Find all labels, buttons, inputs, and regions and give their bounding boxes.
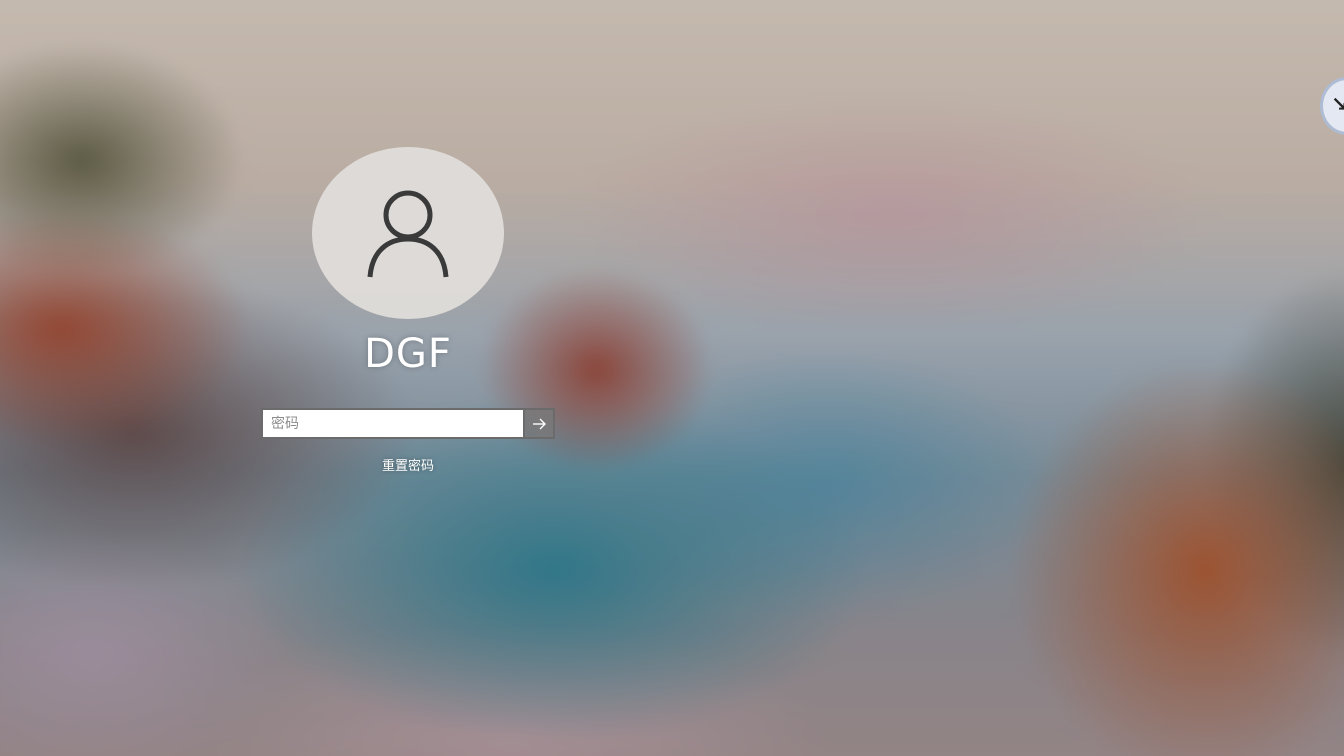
reset-password-link[interactable]: 重置密码: [261, 455, 555, 474]
arrow-right-icon: [533, 418, 546, 429]
badge-glyph-icon: ↘: [1331, 92, 1344, 116]
wallpaper-overlay: [0, 0, 1344, 756]
submit-button[interactable]: [523, 408, 555, 439]
lock-screen: DGF 重置密码 ↘: [0, 0, 1344, 756]
username-label: DGF: [364, 331, 452, 377]
login-panel: DGF 重置密码: [261, 147, 555, 477]
user-silhouette-icon: [367, 190, 449, 278]
password-row: [261, 408, 555, 439]
user-avatar: [312, 147, 504, 319]
password-input[interactable]: [261, 408, 523, 439]
